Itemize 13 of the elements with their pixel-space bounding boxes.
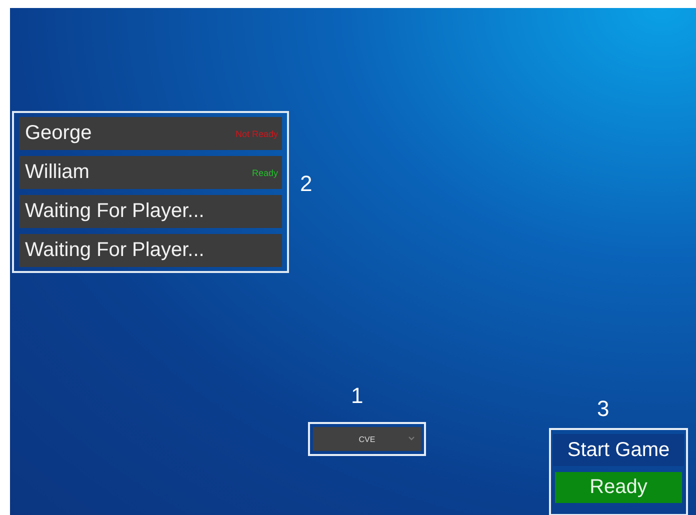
player-name: Waiting For Player... — [25, 200, 204, 223]
start-game-button[interactable]: Start Game — [553, 434, 684, 466]
marker-number: 2 — [300, 173, 312, 195]
ready-button[interactable]: Ready — [555, 472, 682, 503]
player-name: William — [25, 161, 90, 184]
mode-dropdown[interactable]: CVE — [313, 427, 421, 451]
player-name: Waiting For Player... — [25, 239, 204, 262]
ready-status: Ready — [252, 168, 278, 178]
chevron-down-icon — [408, 436, 415, 441]
ready-status: Not Ready — [235, 128, 278, 138]
player-name: George — [25, 122, 92, 145]
marker-number: 3 — [597, 398, 610, 420]
marker-number: 1 — [351, 385, 364, 407]
